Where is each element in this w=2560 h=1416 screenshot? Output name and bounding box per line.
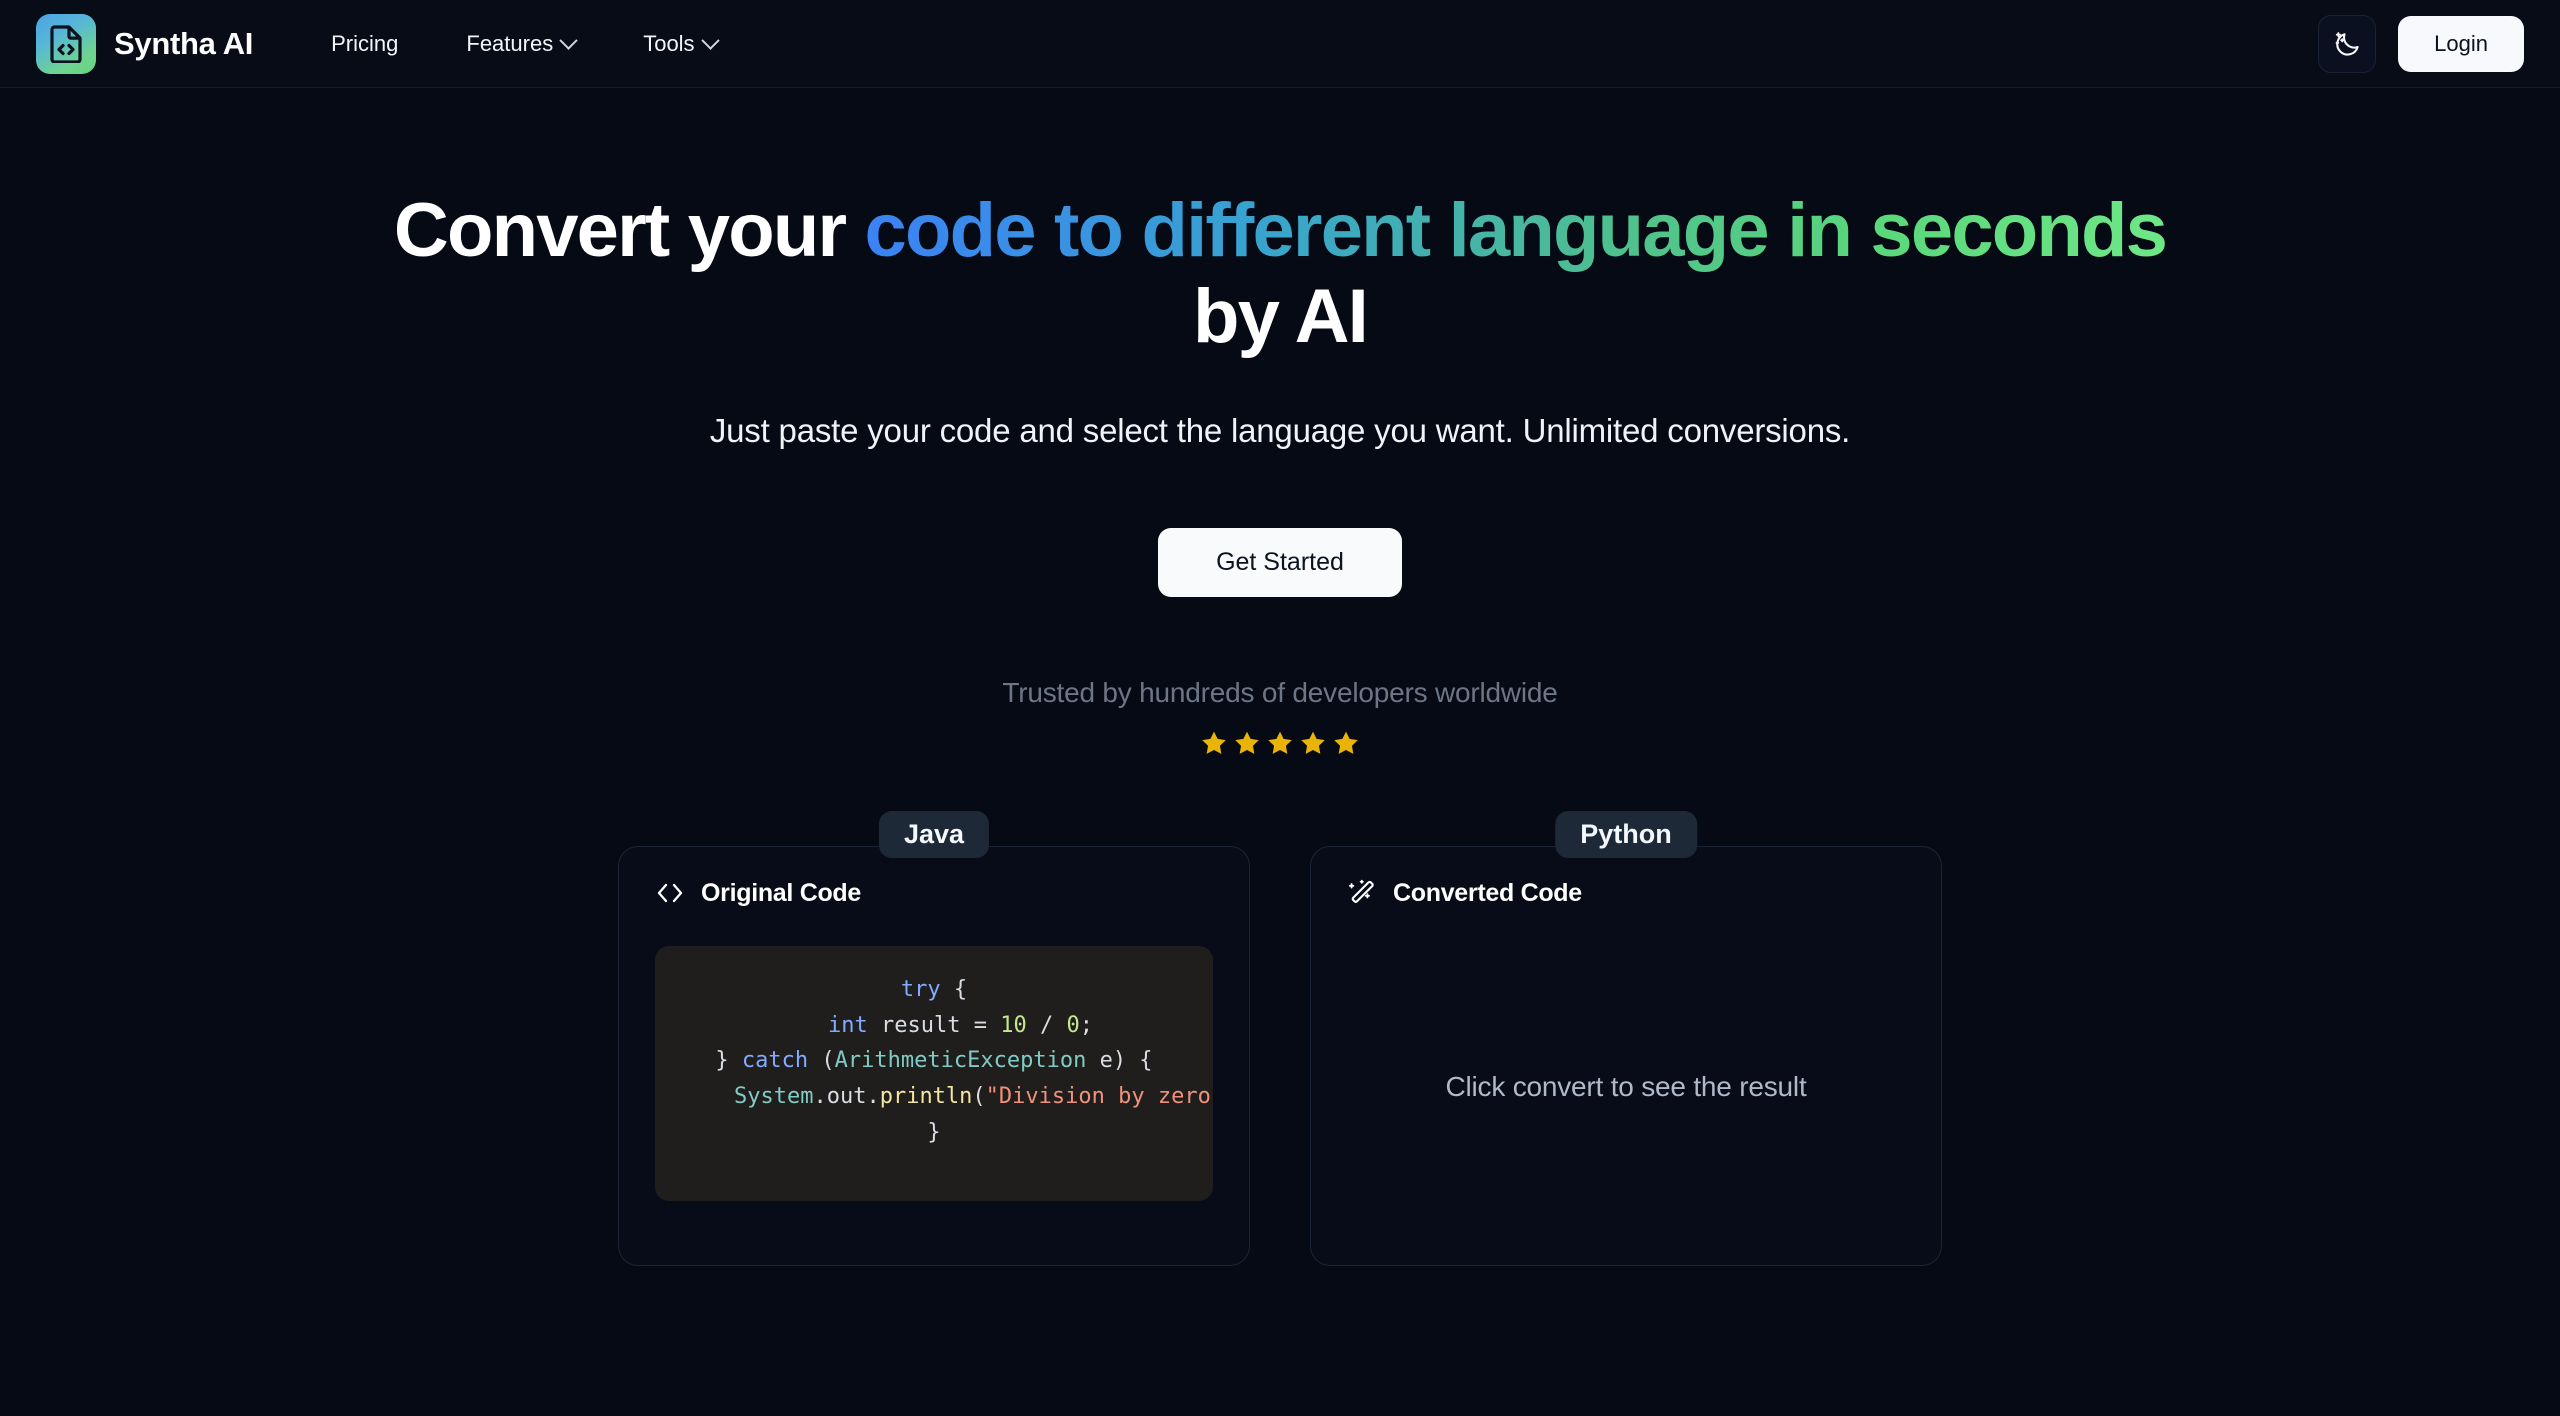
code-token: = <box>973 1012 1001 1038</box>
social-proof-text: Trusted by hundreds of developers worldw… <box>1002 676 1558 708</box>
header-actions: Login <box>2318 14 2524 73</box>
panel-title: Converted Code <box>1393 878 1582 907</box>
code-token: result <box>867 1012 974 1038</box>
converted-code-panel: Converted Code Click convert to see the … <box>1310 845 1942 1266</box>
nav-item-label: Pricing <box>331 30 399 56</box>
code-token: / <box>1026 1012 1067 1038</box>
hero-subtitle: Just paste your code and select the lang… <box>709 411 1851 449</box>
star-icon <box>1334 731 1358 754</box>
converted-empty-state: Click convert to see the result <box>1445 1071 1807 1103</box>
original-code-header: Original Code <box>655 879 1213 908</box>
code-token: .out. <box>813 1084 880 1110</box>
code-brackets-icon <box>657 884 683 903</box>
code-token: catch <box>741 1048 809 1074</box>
nav-item-pricing[interactable]: Pricing <box>297 21 432 67</box>
code-token: ( <box>972 1084 986 1110</box>
chevron-down-icon <box>700 31 720 50</box>
code-token: e) { <box>1086 1048 1153 1074</box>
target-language-badge[interactable]: Python <box>1555 810 1697 858</box>
headline-plain-end: by AI <box>1193 273 1369 359</box>
code-token: } <box>927 1120 941 1146</box>
converted-code-header: Converted Code <box>1347 879 1905 908</box>
code-token: 10 <box>1000 1012 1027 1038</box>
chevron-down-icon <box>559 31 578 50</box>
moon-stars-icon <box>2335 31 2359 56</box>
magic-wand-icon <box>1348 879 1374 904</box>
code-token: int <box>828 1012 868 1038</box>
rating-stars <box>0 729 2560 757</box>
nav-item-features[interactable]: Features <box>432 21 609 67</box>
source-code-block[interactable]: try { int result = 10 / 0; } catch (Arit… <box>655 945 1213 1201</box>
code-token: } <box>715 1048 742 1074</box>
code-token: println <box>879 1084 973 1110</box>
brand-logo[interactable]: Syntha AI <box>36 13 254 74</box>
code-token: { <box>940 976 968 1002</box>
code-token: ; <box>1079 1012 1093 1038</box>
star-icon <box>1235 731 1259 754</box>
nav-item-label: Features <box>466 30 554 56</box>
brand-name: Syntha AI <box>114 25 254 61</box>
headline-plain-start: Convert your <box>393 188 847 273</box>
code-token: try <box>900 976 941 1002</box>
hero-section: Convert your code to different language … <box>0 88 2560 1306</box>
site-header: Syntha AI Pricing Features Tools Login <box>0 0 2560 88</box>
cta-container: Get Started <box>0 527 2560 597</box>
code-token: ( <box>808 1048 835 1074</box>
page-title: Convert your code to different language … <box>365 188 2195 360</box>
target-panel-column: Python Converted Code Click convert to s… <box>1310 810 1942 1266</box>
code-token: "Division by zero!" <box>985 1084 1213 1110</box>
original-code-panel: Original Code try { int result = 10 / 0;… <box>618 845 1250 1266</box>
source-panel-column: Java Original Code try { int result = 10… <box>618 810 1250 1266</box>
theme-toggle-button[interactable] <box>2318 14 2377 73</box>
code-token: 0 <box>1066 1012 1080 1038</box>
code-token: ArithmeticException <box>834 1048 1087 1074</box>
star-icon <box>1202 731 1226 754</box>
nav-item-label: Tools <box>643 30 695 56</box>
code-file-icon <box>36 13 96 74</box>
main-nav: Pricing Features Tools <box>297 21 750 67</box>
nav-item-tools[interactable]: Tools <box>609 21 750 67</box>
star-icon <box>1268 731 1292 754</box>
get-started-button[interactable]: Get Started <box>1158 527 1402 597</box>
login-button[interactable]: Login <box>2398 15 2524 72</box>
source-language-badge[interactable]: Java <box>878 810 990 858</box>
code-token: System <box>733 1084 814 1110</box>
headline-gradient: code to different language in seconds <box>864 188 2168 273</box>
star-icon <box>1301 731 1325 754</box>
converter-panels: Java Original Code try { int result = 10… <box>0 810 2560 1306</box>
panel-title: Original Code <box>701 878 862 907</box>
